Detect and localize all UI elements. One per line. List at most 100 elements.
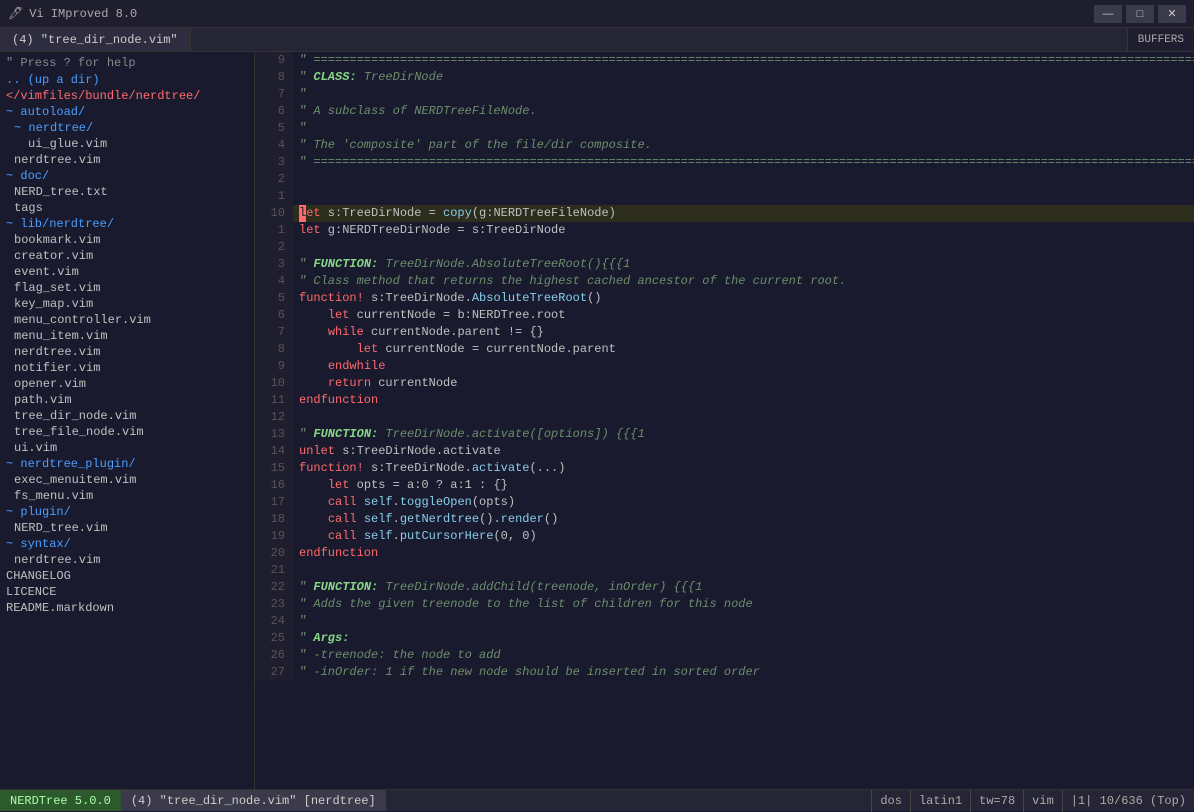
line-number: 24 [255, 613, 293, 630]
close-button[interactable]: ✕ [1158, 5, 1186, 23]
titlebar: 🖊 Vi IMproved 8.0 — □ ✕ [0, 0, 1194, 28]
line-content: call self.toggleOpen(opts) [293, 494, 515, 511]
nav-up[interactable]: .. (up a dir) [0, 72, 254, 88]
sidebar-item-licence[interactable]: LICENCE [0, 584, 254, 600]
code-line: 13 " FUNCTION: TreeDirNode.activate([opt… [255, 426, 1194, 443]
status-position: |1| 10/636 (Top) [1062, 790, 1194, 812]
line-number: 16 [255, 477, 293, 494]
line-number: 2 [255, 239, 293, 256]
sidebar-item-fs-menu[interactable]: fs_menu.vim [0, 488, 254, 504]
code-line: 15 function! s:TreeDirNode.activate(...) [255, 460, 1194, 477]
line-content: " A subclass of NERDTreeFileNode. [293, 103, 537, 120]
sidebar-item-path[interactable]: path.vim [0, 392, 254, 408]
sidebar-item-ui-glue[interactable]: ui_glue.vim [0, 136, 254, 152]
sidebar-item-nerdtree-autoload[interactable]: ~ nerdtree/ [0, 120, 254, 136]
line-number: 23 [255, 596, 293, 613]
code-line: 22 " FUNCTION: TreeDirNode.addChild(tree… [255, 579, 1194, 596]
code-line: 7 " [255, 86, 1194, 103]
sidebar-item-doc[interactable]: ~ doc/ [0, 168, 254, 184]
line-content: function! s:TreeDirNode.AbsoluteTreeRoot… [293, 290, 601, 307]
sidebar-item-flag-set[interactable]: flag_set.vim [0, 280, 254, 296]
line-content: " FUNCTION: TreeDirNode.activate([option… [293, 426, 645, 443]
sidebar-item-menu-item[interactable]: menu_item.vim [0, 328, 254, 344]
code-line: 2 [255, 239, 1194, 256]
line-number: 6 [255, 103, 293, 120]
tab-label: (4) "tree_dir_node.vim" [12, 33, 178, 47]
line-content: let currentNode = b:NERDTree.root [293, 307, 565, 324]
code-line: 1 let g:NERDTreeDirNode = s:TreeDirNode [255, 222, 1194, 239]
line-content: " [293, 613, 306, 630]
line-number: 18 [255, 511, 293, 528]
maximize-button[interactable]: □ [1126, 5, 1154, 23]
sidebar-item-plugin[interactable]: ~ plugin/ [0, 504, 254, 520]
line-number: 20 [255, 545, 293, 562]
sidebar-item-event[interactable]: event.vim [0, 264, 254, 280]
line-number: 15 [255, 460, 293, 477]
line-number: 14 [255, 443, 293, 460]
buffers-button[interactable]: BUFFERS [1127, 28, 1194, 51]
sidebar-item-opener[interactable]: opener.vim [0, 376, 254, 392]
sidebar-item-nerdtree-syntax[interactable]: nerdtree.vim [0, 552, 254, 568]
sidebar-item-readme[interactable]: README.markdown [0, 600, 254, 616]
line-content: " The 'composite' part of the file/dir c… [293, 137, 652, 154]
line-number: 8 [255, 341, 293, 358]
code-line: 6 " A subclass of NERDTreeFileNode. [255, 103, 1194, 120]
vim-icon: 🖊 [8, 6, 23, 21]
line-content: call self.putCursorHere(0, 0) [293, 528, 537, 545]
line-content: let currentNode = currentNode.parent [293, 341, 616, 358]
line-number: 9 [255, 52, 293, 69]
code-content[interactable]: 9 " ====================================… [255, 52, 1194, 789]
line-number: 12 [255, 409, 293, 426]
sidebar-item-creator[interactable]: creator.vim [0, 248, 254, 264]
sidebar-item-key-map[interactable]: key_map.vim [0, 296, 254, 312]
line-content: return currentNode [293, 375, 457, 392]
code-line: 12 [255, 409, 1194, 426]
line-content: " Args: [293, 630, 349, 647]
code-line: 8 " CLASS: TreeDirNode [255, 69, 1194, 86]
line-number: 8 [255, 69, 293, 86]
line-content: " [293, 120, 306, 137]
sidebar-item-tree-file-node[interactable]: tree_file_node.vim [0, 424, 254, 440]
sidebar-item-autoload[interactable]: ~ autoload/ [0, 104, 254, 120]
minimize-button[interactable]: — [1094, 5, 1122, 23]
line-content: let s:TreeDirNode = copy(g:NERDTreeFileN… [293, 205, 616, 222]
current-path[interactable]: </vimfiles/bundle/nerdtree/ [0, 88, 254, 104]
line-content: endwhile [293, 358, 385, 375]
main-area: " Press ? for help .. (up a dir) </vimfi… [0, 52, 1194, 789]
line-content [293, 239, 299, 256]
code-editor[interactable]: 9 " ====================================… [255, 52, 1194, 789]
sidebar-item-changelog[interactable]: CHANGELOG [0, 568, 254, 584]
code-line: 4 " The 'composite' part of the file/dir… [255, 137, 1194, 154]
sidebar-item-bookmark[interactable]: bookmark.vim [0, 232, 254, 248]
status-mode: vim [1023, 790, 1062, 812]
sidebar-item-notifier[interactable]: notifier.vim [0, 360, 254, 376]
sidebar-item-lib-nerdtree[interactable]: ~ lib/nerdtree/ [0, 216, 254, 232]
code-line: 2 [255, 171, 1194, 188]
file-tree-sidebar[interactable]: " Press ? for help .. (up a dir) </vimfi… [0, 52, 255, 789]
code-line: 3 " ====================================… [255, 154, 1194, 171]
sidebar-item-nerdtree-lib[interactable]: nerdtree.vim [0, 344, 254, 360]
sidebar-item-nerdtree-vim-autoload[interactable]: nerdtree.vim [0, 152, 254, 168]
line-content: " -treenode: the node to add [293, 647, 501, 664]
active-tab[interactable]: (4) "tree_dir_node.vim" [0, 28, 191, 51]
sidebar-item-tags[interactable]: tags [0, 200, 254, 216]
sidebar-item-nerdtree-plugin[interactable]: ~ nerdtree_plugin/ [0, 456, 254, 472]
line-number: 5 [255, 120, 293, 137]
sidebar-item-nerd-tree-txt[interactable]: NERD_tree.txt [0, 184, 254, 200]
sidebar-item-syntax[interactable]: ~ syntax/ [0, 536, 254, 552]
line-content: while currentNode.parent != {} [293, 324, 544, 341]
code-line: 10 return currentNode [255, 375, 1194, 392]
line-number: 6 [255, 307, 293, 324]
sidebar-item-nerd-tree-plugin[interactable]: NERD_tree.vim [0, 520, 254, 536]
sidebar-item-ui[interactable]: ui.vim [0, 440, 254, 456]
line-content: let g:NERDTreeDirNode = s:TreeDirNode [293, 222, 565, 239]
sidebar-item-exec-menuitem[interactable]: exec_menuitem.vim [0, 472, 254, 488]
code-line: 20 endfunction [255, 545, 1194, 562]
sidebar-item-tree-dir-node[interactable]: tree_dir_node.vim [0, 408, 254, 424]
line-content: endfunction [293, 392, 378, 409]
code-line: 11 endfunction [255, 392, 1194, 409]
sidebar-item-menu-controller[interactable]: menu_controller.vim [0, 312, 254, 328]
line-number: 1 [255, 222, 293, 239]
code-line: 4 " Class method that returns the highes… [255, 273, 1194, 290]
line-content: " Class method that returns the highest … [293, 273, 846, 290]
